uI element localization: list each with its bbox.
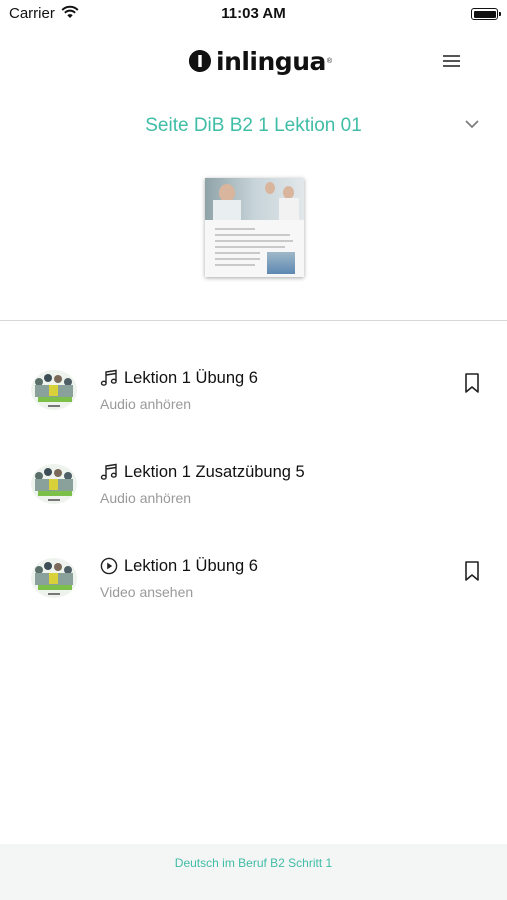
item-subtitle: Audio anhören: [100, 490, 192, 506]
item-title: Lektion 1 Zusatzübung 5: [124, 463, 305, 481]
logo-text: inlingua: [216, 46, 326, 76]
footer-bar: Deutsch im Beruf B2 Schritt 1: [0, 844, 507, 900]
item-subtitle: Video ansehen: [100, 584, 194, 600]
page-selector-title: Seite DiB B2 1 Lektion 01: [145, 115, 362, 136]
music-note-icon: [100, 463, 117, 480]
item-title: Lektion 1 Übung 6: [124, 369, 258, 387]
bookmark-icon[interactable]: [462, 372, 482, 394]
list-item[interactable]: Lektion 1 Übung 6 Audio anhören: [0, 363, 507, 433]
app-header: inlingua ®: [0, 28, 507, 98]
item-title: Lektion 1 Übung 6: [124, 557, 258, 575]
bookmark-icon[interactable]: [462, 560, 482, 582]
play-circle-icon: [100, 557, 118, 575]
chevron-down-icon[interactable]: [464, 119, 480, 129]
section-divider: [0, 320, 507, 321]
clock: 11:03 AM: [221, 5, 286, 22]
hamburger-menu-icon[interactable]: [440, 50, 464, 72]
item-subtitle: Audio anhören: [100, 396, 192, 412]
course-thumbnail: [31, 558, 77, 598]
course-thumbnail: [31, 464, 77, 504]
list-item[interactable]: Lektion 1 Zusatzübung 5 Audio anhören: [0, 457, 507, 527]
logo-mark-icon: [189, 50, 211, 72]
logo-registered: ®: [326, 57, 333, 65]
inlingua-logo: inlingua ®: [188, 46, 332, 76]
course-title-link[interactable]: Deutsch im Beruf B2 Schritt 1: [0, 856, 507, 870]
status-bar: Carrier 11:03 AM: [0, 0, 507, 28]
course-thumbnail: [31, 370, 77, 410]
list-item[interactable]: Lektion 1 Übung 6 Video ansehen: [0, 551, 507, 621]
page-selector[interactable]: Seite DiB B2 1 Lektion 01: [0, 108, 507, 148]
music-note-icon: [100, 369, 117, 386]
page-preview-image[interactable]: [205, 178, 304, 277]
battery-icon: [471, 8, 501, 20]
